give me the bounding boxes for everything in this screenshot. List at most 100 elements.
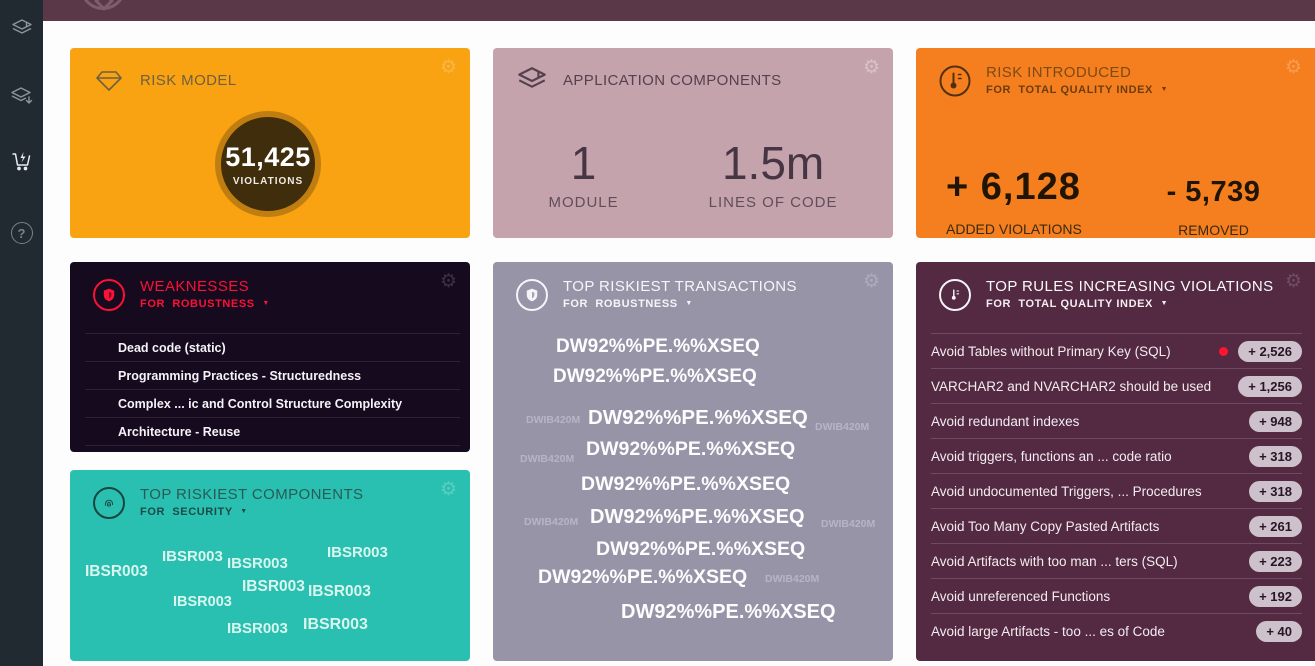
transaction-word[interactable]: DWIB420M — [526, 414, 580, 426]
metric-selector[interactable]: FOR TOTAL QUALITY INDEX ▼ — [986, 298, 1273, 310]
metric-selector[interactable]: FOR SECURITY ▼ — [140, 506, 363, 518]
fingerprint-icon — [92, 486, 126, 520]
removed-violations-label: REMOVED VIOLATIONS — [1151, 221, 1276, 238]
added-violations-badge: + 318 — [1249, 481, 1302, 502]
chevron-down-icon: ▼ — [1161, 86, 1169, 93]
card-weaknesses: WEAKNESSES FOR ROBUSTNESS ▼ ⚙ Dead code … — [70, 262, 470, 452]
rule-label: Avoid Too Many Copy Pasted Artifacts — [931, 519, 1249, 534]
card-title: APPLICATION COMPONENTS — [563, 72, 782, 90]
component-word[interactable]: IBSR003 — [327, 544, 388, 561]
card-title: RISK MODEL — [140, 72, 237, 90]
settings-gear-icon[interactable]: ⚙ — [1285, 272, 1302, 291]
rule-row[interactable]: Avoid triggers, functions an ... code ra… — [931, 438, 1302, 473]
transaction-word[interactable]: DW92%%PE.%%XSEQ — [581, 473, 790, 496]
loc-label: LINES OF CODE — [709, 194, 838, 211]
settings-gear-icon[interactable]: ⚙ — [863, 272, 880, 291]
component-word[interactable]: IBSR003 — [303, 616, 368, 634]
weakness-item[interactable]: Architecture - Reuse — [85, 417, 460, 445]
shield-icon — [515, 278, 549, 312]
component-word[interactable]: IBSR003 — [227, 555, 288, 572]
card-title: WEAKNESSES — [140, 278, 270, 296]
critical-dot-icon — [1219, 347, 1228, 356]
rule-row[interactable]: Avoid Artifacts with too man ... ters (S… — [931, 543, 1302, 578]
metric-selector[interactable]: FOR ROBUSTNESS ▼ — [140, 298, 270, 310]
thermometer-icon — [938, 64, 972, 98]
rule-row[interactable]: Avoid large Artifacts - too ... es of Co… — [931, 613, 1302, 648]
loc-count: 1.5m — [709, 140, 838, 186]
applications-icon[interactable] — [9, 16, 35, 42]
metric-selector[interactable]: FOR ROBUSTNESS ▼ — [563, 298, 797, 310]
component-word[interactable]: IBSR003 — [85, 563, 148, 581]
weakness-item[interactable]: Dead code (static) — [85, 333, 460, 361]
layers-icon — [515, 64, 549, 98]
loc-stat: 1.5m LINES OF CODE — [709, 140, 838, 211]
rule-label: Avoid Artifacts with too man ... ters (S… — [931, 554, 1249, 569]
added-violations-badge: + 2,526 — [1238, 341, 1302, 362]
rule-row[interactable]: Avoid redundant indexes+ 948 — [931, 403, 1302, 438]
settings-gear-icon[interactable]: ⚙ — [440, 480, 457, 499]
rule-row[interactable]: Avoid unreferenced Functions+ 192 — [931, 578, 1302, 613]
thermometer-icon — [938, 278, 972, 312]
transaction-word[interactable]: DW92%%PE.%%XSEQ — [538, 566, 747, 589]
shield-icon — [92, 278, 126, 312]
transaction-word[interactable]: DW92%%PE.%%XSEQ — [621, 601, 836, 624]
component-word[interactable]: IBSR003 — [162, 548, 223, 565]
help-glyph: ? — [18, 226, 26, 241]
transaction-word[interactable]: DWIB420M — [821, 518, 875, 530]
transaction-word[interactable]: DW92%%PE.%%XSEQ — [596, 538, 805, 561]
violations-label: VIOLATIONS — [233, 176, 303, 187]
transaction-word[interactable]: DWIB420M — [520, 453, 574, 465]
help-icon[interactable]: ? — [9, 220, 35, 246]
transaction-word[interactable]: DW92%%PE.%%XSEQ — [553, 366, 757, 388]
settings-gear-icon[interactable]: ⚙ — [863, 58, 880, 77]
transaction-word[interactable]: DW92%%PE.%%XSEQ — [586, 438, 795, 461]
card-top-riskiest-transactions: TOP RISKIEST TRANSACTIONS FOR ROBUSTNESS… — [493, 262, 893, 661]
card-title: TOP RISKIEST TRANSACTIONS — [563, 278, 797, 296]
removed-violations-value: - 5,739 — [1151, 176, 1276, 209]
card-top-riskiest-components: TOP RISKIEST COMPONENTS FOR SECURITY ▼ ⚙… — [70, 470, 470, 661]
added-violations-badge: + 40 — [1256, 621, 1302, 642]
chevron-down-icon: ▼ — [685, 300, 693, 307]
transaction-word[interactable]: DWIB420M — [765, 573, 819, 585]
card-title: RISK INTRODUCED — [986, 64, 1168, 82]
rule-label: Avoid unreferenced Functions — [931, 589, 1249, 604]
weaknesses-list: Dead code (static)Programming Practices … — [70, 333, 470, 446]
added-violations-value: + 6,128 — [946, 166, 1082, 209]
component-word[interactable]: IBSR003 — [308, 583, 371, 601]
settings-gear-icon[interactable]: ⚙ — [440, 58, 457, 77]
added-violations-badge: + 318 — [1249, 446, 1302, 467]
component-word[interactable]: IBSR003 — [227, 620, 288, 637]
violations-count: 51,425 — [225, 142, 311, 173]
actions-cart-icon[interactable] — [9, 148, 35, 174]
transaction-word[interactable]: DW92%%PE.%%XSEQ — [556, 336, 760, 358]
transaction-word[interactable]: DWIB420M — [524, 516, 578, 528]
settings-gear-icon[interactable]: ⚙ — [440, 272, 457, 291]
transaction-word[interactable]: DW92%%PE.%%XSEQ — [590, 506, 805, 529]
weakness-item[interactable]: Complex ... ic and Control Structure Com… — [85, 389, 460, 417]
added-violations-badge: + 1,256 — [1238, 376, 1302, 397]
rule-row[interactable]: VARCHAR2 and NVARCHAR2 should be used+ 1… — [931, 368, 1302, 403]
topbar — [43, 0, 1315, 21]
added-violations-stat: + 6,128 ADDED VIOLATIONS — [946, 166, 1082, 237]
rule-row[interactable]: Avoid Tables without Primary Key (SQL) + … — [931, 333, 1302, 368]
component-word[interactable]: IBSR003 — [173, 594, 232, 610]
import-application-icon[interactable] — [9, 84, 35, 110]
metric-selector[interactable]: FOR TOTAL QUALITY INDEX ▼ — [986, 84, 1168, 96]
rule-row[interactable]: Avoid Too Many Copy Pasted Artifacts+ 26… — [931, 508, 1302, 543]
chevron-down-icon: ▼ — [240, 508, 248, 515]
module-label: MODULE — [548, 194, 618, 211]
rule-label: Avoid Tables without Primary Key (SQL) — [931, 344, 1219, 359]
divider — [85, 445, 460, 446]
transaction-word[interactable]: DW92%%PE.%%XSEQ — [588, 406, 808, 430]
rule-row[interactable]: Avoid undocumented Triggers, ... Procedu… — [931, 473, 1302, 508]
violations-circle[interactable]: 51,425 VIOLATIONS — [215, 111, 321, 217]
card-title: TOP RULES INCREASING VIOLATIONS — [986, 278, 1273, 296]
component-word[interactable]: IBSR003 — [242, 578, 305, 596]
transaction-word[interactable]: DWIB420M — [815, 421, 869, 433]
rule-label: Avoid undocumented Triggers, ... Procedu… — [931, 484, 1249, 499]
rules-list: Avoid Tables without Primary Key (SQL) + … — [916, 333, 1315, 648]
settings-gear-icon[interactable]: ⚙ — [1285, 58, 1302, 77]
removed-violations-stat: - 5,739 REMOVED VIOLATIONS — [1151, 176, 1276, 238]
module-stat: 1 MODULE — [548, 140, 618, 211]
weakness-item[interactable]: Programming Practices - Structuredness — [85, 361, 460, 389]
